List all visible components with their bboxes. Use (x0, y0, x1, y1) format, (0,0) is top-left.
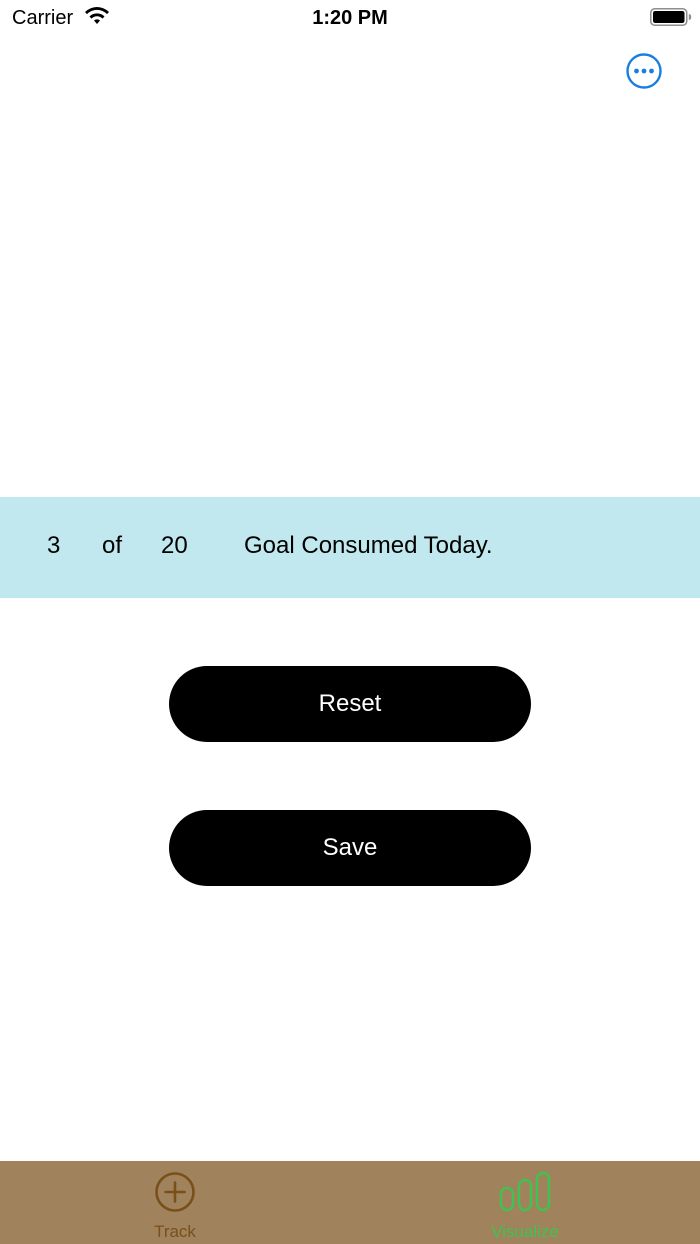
tab-track-label: Track (154, 1222, 196, 1241)
reset-button[interactable]: Reset (169, 666, 531, 742)
status-bar: Carrier 1:20 PM (0, 0, 700, 36)
consumed-count: 3 (47, 532, 61, 559)
tab-bar: Track Visualize (0, 1161, 700, 1244)
save-button[interactable]: Save (169, 810, 531, 886)
progress-banner: 3 of 20 Goal Consumed Today. (0, 497, 700, 598)
goal-count: 20 (161, 532, 188, 559)
tab-visualize-label: Visualize (491, 1222, 559, 1241)
battery-icon (650, 8, 692, 26)
app-screen: Carrier 1:20 PM 3 of 20 Goal Consumed To… (0, 0, 700, 1244)
of-label: of (102, 532, 123, 559)
tab-visualize[interactable]: Visualize (350, 1161, 700, 1244)
goal-caption: Goal Consumed Today. (244, 532, 493, 559)
bar-chart-icon (499, 1171, 551, 1212)
plus-circle-icon (155, 1172, 195, 1212)
tab-track[interactable]: Track (0, 1161, 350, 1244)
ellipsis-circle-icon[interactable] (626, 53, 662, 89)
clock-label: 1:20 PM (312, 7, 388, 29)
